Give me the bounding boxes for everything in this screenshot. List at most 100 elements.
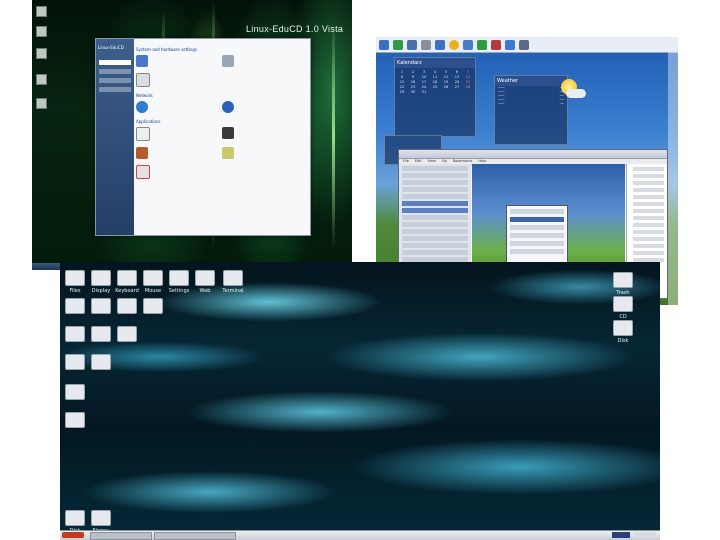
- app-icon[interactable]: [393, 39, 403, 50]
- app-icon[interactable]: [463, 39, 473, 50]
- settings-icon: [136, 127, 150, 141]
- sidebar-item[interactable]: [99, 60, 131, 65]
- folder-row[interactable]: [402, 187, 468, 192]
- desktop-icon[interactable]: [36, 48, 47, 59]
- folder-row[interactable]: [402, 166, 468, 171]
- file-row[interactable]: [633, 174, 664, 178]
- settings-icon: [136, 165, 150, 179]
- sidebar-item[interactable]: [99, 87, 131, 92]
- disk-icon: [65, 510, 85, 526]
- menu-item[interactable]: [510, 217, 564, 222]
- file-row[interactable]: [633, 188, 664, 192]
- trash-icon[interactable]: [379, 39, 389, 50]
- settings-item[interactable]: [136, 55, 214, 67]
- desktop-icon[interactable]: [36, 74, 47, 85]
- menu-item[interactable]: [510, 233, 564, 238]
- settings-item[interactable]: [136, 73, 214, 87]
- system-tray[interactable]: [612, 532, 630, 538]
- folder-row[interactable]: [402, 173, 468, 178]
- folder-row[interactable]: [402, 243, 468, 248]
- desktop-icon-disk[interactable]: Disk: [608, 320, 638, 344]
- file-row[interactable]: [633, 223, 664, 227]
- file-row[interactable]: [633, 237, 664, 241]
- app-icon: [91, 298, 111, 314]
- taskbar-item[interactable]: [90, 532, 152, 540]
- file-row[interactable]: [633, 167, 664, 171]
- desktop-icon[interactable]: [112, 326, 142, 344]
- control-panel-content: System and hardware settings Network App…: [136, 41, 306, 231]
- screenshot-cyan-wave-desktop: Files Display Keyboard Mouse Settings We…: [60, 262, 660, 540]
- folder-row[interactable]: [402, 180, 468, 185]
- desktop-icon[interactable]: [60, 412, 90, 430]
- calendar-widget[interactable]: Kalendarz 1234567 8 9 10 11 12 13 14 15 16 17 18 1…: [394, 57, 476, 137]
- section-title: Applications: [136, 119, 161, 124]
- folder-row[interactable]: [402, 250, 468, 255]
- desktop-icon[interactable]: [36, 98, 47, 109]
- settings-item[interactable]: [136, 127, 214, 141]
- control-panel-window[interactable]: Linux-EduCD System and hardware settings…: [95, 38, 311, 236]
- menu-item[interactable]: [510, 241, 564, 246]
- settings-item[interactable]: [222, 127, 300, 141]
- file-row[interactable]: [633, 202, 664, 206]
- file-row[interactable]: [633, 230, 664, 234]
- app-icon[interactable]: [491, 39, 501, 50]
- top-panel[interactable]: [376, 37, 678, 53]
- app-icon[interactable]: [519, 39, 529, 50]
- file-row[interactable]: [633, 181, 664, 185]
- window-titlebar[interactable]: [399, 150, 667, 159]
- settings-item[interactable]: [136, 101, 214, 113]
- desktop-icon[interactable]: [36, 26, 47, 37]
- folder-row[interactable]: [402, 236, 468, 241]
- menu-item[interactable]: [510, 249, 564, 254]
- monitor-icon[interactable]: [407, 39, 417, 50]
- taskbar[interactable]: [60, 530, 660, 540]
- file-row[interactable]: [633, 216, 664, 220]
- settings-icon: [222, 147, 234, 159]
- desktop-icon-trash[interactable]: Trash: [608, 272, 638, 296]
- smiley-icon[interactable]: [449, 39, 459, 50]
- mouse-icon: [143, 270, 163, 286]
- settings-item[interactable]: [222, 55, 300, 67]
- desktop-icon-web[interactable]: Web: [190, 270, 220, 294]
- sidebar-item[interactable]: [99, 69, 131, 74]
- desktop-icon-cd[interactable]: CD: [608, 296, 638, 320]
- folder-icon: [65, 270, 85, 286]
- folder-row[interactable]: [402, 222, 468, 227]
- sidebar-item[interactable]: [99, 78, 131, 83]
- desktop-icon-terminal[interactable]: Terminal: [218, 270, 248, 294]
- app-icon[interactable]: [435, 39, 445, 50]
- folder-row[interactable]: [402, 208, 468, 213]
- desktop-icon[interactable]: [86, 354, 116, 372]
- desktop-icon[interactable]: [60, 384, 90, 402]
- app-icon[interactable]: [477, 39, 487, 50]
- start-button[interactable]: [62, 532, 84, 538]
- icon-label: Disk: [617, 338, 629, 344]
- settings-item[interactable]: [222, 101, 300, 113]
- file-row[interactable]: [633, 244, 664, 248]
- settings-item[interactable]: [136, 147, 214, 159]
- folder-row[interactable]: [402, 201, 468, 206]
- menu-item[interactable]: [510, 225, 564, 230]
- menu-item[interactable]: [510, 209, 564, 214]
- settings-item[interactable]: [136, 165, 214, 179]
- folder-row[interactable]: [402, 215, 468, 220]
- globe-icon: [195, 270, 215, 286]
- settings-item[interactable]: [222, 147, 300, 159]
- app-icon[interactable]: [421, 39, 431, 50]
- clock[interactable]: [634, 532, 656, 538]
- folder-row[interactable]: [402, 229, 468, 234]
- file-row[interactable]: [633, 251, 664, 255]
- gear-icon: [169, 270, 189, 286]
- app-icon[interactable]: [505, 39, 515, 50]
- taskbar-item[interactable]: [154, 532, 236, 540]
- calculator-icon: [65, 354, 85, 370]
- folder-row[interactable]: [402, 194, 468, 199]
- users-icon: [117, 326, 137, 342]
- context-menu[interactable]: [506, 205, 568, 269]
- file-row[interactable]: [633, 209, 664, 213]
- side-panel[interactable]: [668, 52, 678, 305]
- desktop-icon[interactable]: [138, 298, 168, 316]
- file-row[interactable]: [633, 195, 664, 199]
- weather-widget[interactable]: Weather ───── ───── ───── ───── ─────: [494, 75, 568, 145]
- desktop-icon[interactable]: [36, 6, 47, 17]
